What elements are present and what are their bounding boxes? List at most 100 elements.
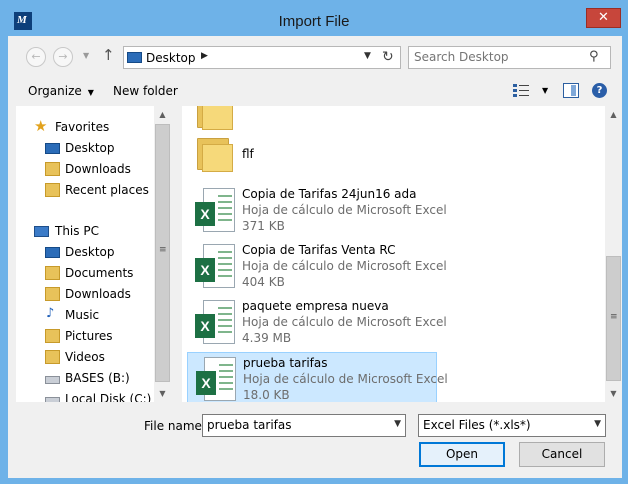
grip-icon: ≡	[610, 312, 618, 322]
nav-item-label: Documents	[65, 266, 134, 280]
file-name: prueba tarifas	[243, 356, 328, 370]
chevron-down-icon: ▼	[87, 88, 94, 97]
search-box[interactable]: ⚲	[408, 46, 611, 69]
file-name-combobox[interactable]: ▼	[202, 414, 406, 437]
nav-favorites-label: Favorites	[55, 120, 110, 134]
up-arrow-icon[interactable]: ↑	[102, 46, 115, 64]
file-list-scrollbar[interactable]: ▲ ≡ ▼	[605, 106, 622, 402]
file-size: 404 KB	[242, 275, 285, 289]
folder-icon-partial[interactable]	[197, 106, 233, 130]
file-type-select[interactable]: Excel Files (*.xls*) ▼	[418, 414, 606, 437]
organize-button[interactable]: Organize ▼	[28, 84, 94, 98]
nav-pc-bases-drive[interactable]: BASES (B:)	[16, 368, 161, 388]
file-item-copia-tarifas-venta[interactable]: X Copia de Tarifas Venta RC Hoja de cálc…	[187, 240, 447, 293]
nav-item-label: Desktop	[65, 245, 115, 259]
excel-file-icon: X	[196, 357, 236, 401]
organize-label: Organize	[28, 84, 82, 98]
nav-item-label: Downloads	[65, 162, 131, 176]
nav-pc-pictures[interactable]: Pictures	[16, 326, 161, 346]
nav-item-label: Music	[65, 308, 100, 322]
file-type: Hoja de cálculo de Microsoft Excel	[243, 372, 448, 386]
address-bar[interactable]: Desktop ▶ ▼ ↻	[123, 46, 401, 69]
file-name: Copia de Tarifas Venta RC	[242, 243, 396, 257]
back-button[interactable]: ←	[26, 47, 46, 67]
help-icon[interactable]: ?	[592, 83, 607, 98]
new-folder-button[interactable]: New folder	[113, 84, 178, 98]
nav-item-label: Desktop	[65, 141, 115, 155]
nav-fav-recent[interactable]: Recent places	[16, 180, 161, 200]
scroll-down-icon[interactable]: ▼	[605, 385, 622, 402]
chevron-down-icon[interactable]: ▼	[594, 419, 601, 429]
drive-icon	[45, 397, 60, 402]
excel-file-icon: X	[195, 244, 235, 288]
nav-pc-videos[interactable]: Videos	[16, 347, 161, 367]
file-name-input[interactable]	[207, 418, 382, 432]
search-input[interactable]	[414, 50, 584, 64]
chevron-right-icon[interactable]: ▶	[201, 51, 208, 61]
cancel-button[interactable]: Cancel	[519, 442, 605, 467]
downloads-folder-icon	[45, 287, 60, 301]
file-type-value: Excel Files (*.xls*)	[423, 418, 531, 432]
videos-folder-icon	[45, 350, 60, 364]
recent-places-icon	[45, 183, 60, 197]
computer-icon	[34, 226, 49, 237]
excel-file-icon: X	[195, 300, 235, 344]
scroll-thumb[interactable]: ≡	[606, 256, 621, 381]
nav-item-label: Pictures	[65, 329, 113, 343]
file-list: flf X Copia de Tarifas 24jun16 ada Hoja …	[182, 106, 622, 402]
dialog-body: ← → ▼ ↑ Desktop ▶ ▼ ↻ ⚲ Organize ▼ New fo…	[8, 36, 622, 478]
file-name: paquete empresa nueva	[242, 299, 389, 313]
nav-pc-downloads[interactable]: Downloads	[16, 284, 161, 304]
scroll-up-icon[interactable]: ▲	[605, 106, 622, 123]
nav-item-label: Recent places	[65, 183, 149, 197]
favorites-star-icon: ★	[34, 117, 48, 135]
change-view-icon[interactable]	[513, 83, 529, 97]
documents-folder-icon	[45, 266, 60, 280]
desktop-icon	[127, 52, 142, 63]
search-icon[interactable]: ⚲	[589, 49, 599, 64]
preview-pane-icon[interactable]	[563, 83, 579, 98]
dialog-window: M Import File ✕ ← → ▼ ↑ Desktop ▶ ▼ ↻ ⚲ …	[0, 0, 628, 484]
folder-icon	[197, 134, 233, 172]
nav-favorites[interactable]: ★ Favorites	[16, 117, 161, 137]
refresh-icon[interactable]: ↻	[382, 49, 394, 65]
downloads-folder-icon	[45, 162, 60, 176]
nav-pc-documents[interactable]: Documents	[16, 263, 161, 283]
nav-this-pc[interactable]: This PC	[16, 221, 161, 241]
file-size: 4.39 MB	[242, 331, 292, 345]
scroll-up-icon[interactable]: ▲	[154, 106, 171, 123]
file-item-flf[interactable]: flf	[187, 130, 437, 183]
chevron-down-icon[interactable]: ▼	[394, 419, 401, 429]
address-dropdown-icon[interactable]: ▼	[364, 51, 371, 61]
nav-item-label: Local Disk (C:)	[65, 392, 152, 402]
scroll-down-icon[interactable]: ▼	[154, 385, 171, 402]
file-item-prueba-tarifas[interactable]: X prueba tarifas Hoja de cálculo de Micr…	[187, 352, 448, 402]
file-name-label: File name:	[144, 419, 206, 433]
nav-fav-downloads[interactable]: Downloads	[16, 159, 161, 179]
grip-icon: ≡	[159, 245, 167, 255]
command-bar: Organize ▼ New folder ▼ ?	[8, 78, 622, 104]
forward-button[interactable]: →	[53, 47, 73, 67]
title-bar[interactable]: M Import File ✕	[0, 0, 628, 36]
file-type: Hoja de cálculo de Microsoft Excel	[242, 259, 447, 273]
navigation-pane: ★ Favorites Desktop Downloads Recent pla…	[16, 106, 171, 402]
nav-pc-music[interactable]: ♪ Music	[16, 305, 161, 325]
recent-locations-dropdown[interactable]: ▼	[83, 51, 89, 60]
nav-fav-desktop[interactable]: Desktop	[16, 138, 161, 158]
nav-item-label: Downloads	[65, 287, 131, 301]
close-button[interactable]: ✕	[586, 8, 621, 28]
file-name: flf	[242, 147, 254, 161]
open-button[interactable]: Open	[419, 442, 505, 467]
nav-pc-desktop[interactable]: Desktop	[16, 242, 161, 262]
nav-this-pc-label: This PC	[55, 224, 99, 238]
view-options-dropdown-icon[interactable]: ▼	[542, 86, 548, 95]
address-location[interactable]: Desktop	[146, 51, 196, 65]
music-icon: ♪	[46, 306, 55, 321]
file-item-paquete-empresa[interactable]: X paquete empresa nueva Hoja de cálculo …	[187, 296, 447, 349]
file-item-copia-tarifas-24jun16[interactable]: X Copia de Tarifas 24jun16 ada Hoja de c…	[187, 184, 447, 237]
file-type: Hoja de cálculo de Microsoft Excel	[242, 315, 447, 329]
nav-pane-scrollbar[interactable]: ▲ ≡ ▼	[154, 106, 171, 402]
nav-pc-local-disk[interactable]: Local Disk (C:)	[16, 389, 161, 402]
dialog-title: Import File	[278, 13, 350, 30]
scroll-thumb[interactable]: ≡	[155, 124, 170, 382]
